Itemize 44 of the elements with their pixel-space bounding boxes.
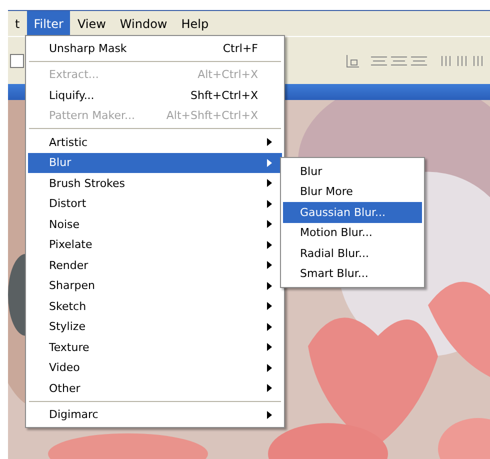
menu-item[interactable]: Smart Blur... — [283, 264, 422, 284]
submenu-arrow-icon — [267, 282, 272, 290]
menu-item[interactable]: Sharpen — [28, 276, 282, 296]
menu-item[interactable]: Blur — [283, 161, 422, 182]
menu-item[interactable]: Other — [28, 378, 282, 398]
menu-item[interactable]: Distort — [28, 194, 282, 214]
submenu-arrow-icon — [267, 410, 272, 419]
menu-item[interactable]: Blur — [28, 152, 282, 173]
submenu-arrow-icon — [267, 200, 272, 208]
menu-item[interactable]: Gaussian Blur... — [283, 202, 422, 222]
submenu-arrow-icon — [267, 158, 272, 167]
checkbox[interactable] — [10, 54, 24, 68]
menu-item[interactable]: Liquify... Shft+Ctrl+X — [28, 85, 282, 106]
submenu-arrow-icon — [267, 322, 272, 331]
submenu-arrow-icon — [267, 138, 272, 146]
menu-item[interactable]: Blur More — [283, 182, 422, 202]
align-icon[interactable] — [346, 54, 360, 68]
menu-item[interactable]: Video — [28, 358, 282, 378]
submenu-arrow-icon — [267, 179, 272, 188]
menu-item[interactable]: Stylize — [28, 316, 282, 337]
menu-item[interactable]: Unsharp Mask Ctrl+F — [28, 38, 282, 58]
menu-item[interactable]: Motion Blur... — [283, 222, 422, 243]
submenu-arrow-icon — [267, 343, 272, 352]
distribute-icon[interactable] — [370, 54, 430, 68]
menu-title[interactable]: View — [70, 11, 113, 36]
menu-item[interactable]: Texture — [28, 337, 282, 358]
menu-item[interactable]: Sketch — [28, 296, 282, 316]
menu-title[interactable]: Help — [174, 11, 216, 36]
menu-title[interactable]: Filter — [26, 11, 70, 36]
menu-item[interactable]: Render — [28, 255, 282, 276]
submenu-arrow-icon — [267, 384, 272, 392]
submenu-arrow-icon — [267, 302, 272, 310]
menu-item[interactable]: Noise — [28, 214, 282, 234]
submenu-arrow-icon — [267, 364, 272, 372]
submenu-arrow-icon — [267, 261, 272, 270]
submenu-arrow-icon — [267, 240, 272, 249]
menu-item[interactable]: Pixelate — [28, 234, 282, 255]
menu-item[interactable]: Artistic — [28, 132, 282, 152]
menu-item[interactable]: Brush Strokes — [28, 173, 282, 194]
menu-item[interactable]: Radial Blur... — [283, 243, 422, 264]
menu-title[interactable]: Window — [112, 11, 174, 36]
menu-title[interactable]: t — [8, 11, 27, 36]
submenu-arrow-icon — [267, 220, 272, 228]
menu-item[interactable]: Digimarc — [28, 404, 282, 425]
